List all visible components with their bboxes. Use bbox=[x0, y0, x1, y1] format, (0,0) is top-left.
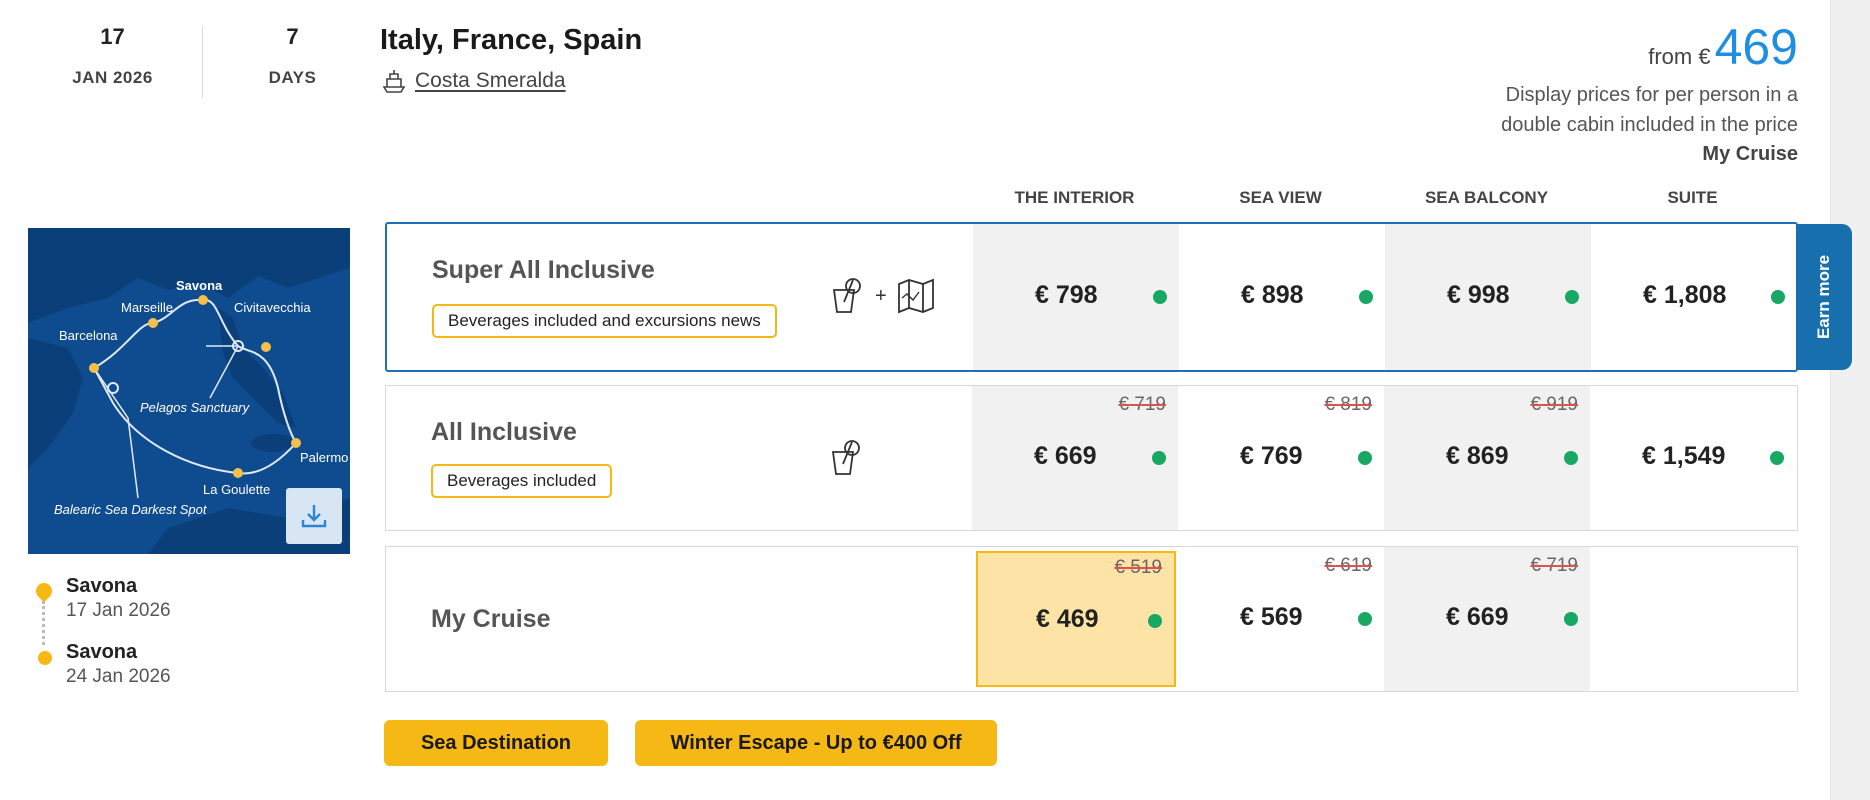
price-amount: € 669 bbox=[1446, 603, 1509, 631]
badge-winter-escape: Winter Escape - Up to €400 Off bbox=[635, 720, 997, 766]
price-plan: My Cruise bbox=[1702, 143, 1798, 165]
plan-tag: Beverages included and excursions news bbox=[432, 304, 777, 338]
cruise-duration: 7 DAYS bbox=[230, 24, 355, 88]
column-header-suite: SUITE bbox=[1667, 188, 1718, 207]
plan-name: Super All Inclusive bbox=[432, 256, 655, 284]
ship-icon bbox=[382, 70, 406, 93]
map-download-button[interactable] bbox=[286, 488, 342, 544]
price-cell-suite[interactable]: € 1,808 bbox=[1591, 224, 1797, 370]
location-pin-icon bbox=[32, 579, 56, 603]
page-scroll-gutter bbox=[1830, 0, 1870, 800]
price-amount: € 869 bbox=[1446, 442, 1509, 470]
departure-date: 17 JAN 2026 bbox=[50, 24, 175, 88]
itinerary: Savona 17 Jan 2026 Savona 24 Jan 2026 bbox=[32, 575, 171, 707]
price-cell-interior[interactable]: € 719 € 669 bbox=[972, 386, 1178, 530]
column-header-sea-view: SEA VIEW bbox=[1239, 188, 1322, 207]
plan-name: My Cruise bbox=[431, 605, 551, 633]
availability-dot bbox=[1359, 290, 1373, 304]
column-header-sea-balcony: SEA BALCONY bbox=[1424, 188, 1549, 207]
map-port-label: Barcelona bbox=[59, 328, 118, 343]
plan-name: All Inclusive bbox=[431, 418, 577, 446]
availability-dot bbox=[1152, 451, 1166, 465]
availability-dot bbox=[1358, 451, 1372, 465]
price-cell-sea-view[interactable]: € 619 € 569 bbox=[1178, 547, 1384, 691]
excursion-map-icon bbox=[897, 278, 934, 314]
departure-month-year: JAN 2026 bbox=[72, 68, 153, 87]
departure-day: 17 bbox=[100, 24, 125, 49]
availability-dot bbox=[1771, 290, 1785, 304]
divider bbox=[202, 26, 203, 98]
download-icon bbox=[301, 505, 327, 528]
availability-dot bbox=[1564, 612, 1578, 626]
map-poi-label: Pelagos Sanctuary bbox=[140, 400, 251, 415]
map-port-label: Civitavecchia bbox=[234, 300, 311, 315]
price-amount: € 898 bbox=[1241, 281, 1304, 309]
itinerary-port: Savona bbox=[66, 575, 138, 597]
plan-icons: + bbox=[829, 276, 935, 316]
itinerary-stop-start: Savona 17 Jan 2026 bbox=[32, 575, 171, 641]
map-port-label: Marseille bbox=[121, 300, 173, 315]
route-map[interactable]: Savona Marseille Civitavecchia Barcelona… bbox=[28, 228, 350, 554]
price-cell-sea-view[interactable]: € 819 € 769 bbox=[1178, 386, 1384, 530]
original-price: € 919 bbox=[1530, 394, 1578, 415]
price-summary: from € 469 Display prices for per person… bbox=[1378, 22, 1798, 168]
duration-label: DAYS bbox=[268, 68, 317, 87]
earn-more-label: Earn more bbox=[1814, 254, 1833, 340]
plan-row-super-all-inclusive[interactable]: Super All Inclusive Beverages included a… bbox=[385, 222, 1798, 372]
price-cell-interior[interactable]: € 798 bbox=[973, 224, 1179, 370]
ship-name[interactable]: Costa Smeralda bbox=[415, 69, 566, 93]
price-from-label: from € bbox=[1648, 44, 1711, 69]
price-cell-sea-balcony[interactable]: € 719 € 669 bbox=[1384, 547, 1590, 691]
original-price: € 619 bbox=[1324, 555, 1372, 576]
price-amount: € 1,549 bbox=[1642, 442, 1726, 470]
plan-row-my-cruise[interactable]: My Cruise € 519 € 469 € 619 € 569 € 719 … bbox=[385, 546, 1798, 692]
itinerary-stop-end: Savona 24 Jan 2026 bbox=[32, 641, 171, 707]
earn-more-tab[interactable]: Earn more bbox=[1796, 224, 1852, 370]
price-amount: € 798 bbox=[1035, 281, 1098, 309]
price-cell-interior-selected[interactable]: € 519 € 469 bbox=[976, 551, 1176, 687]
availability-dot bbox=[1148, 614, 1162, 628]
price-from-amount: 469 bbox=[1714, 19, 1798, 75]
price-cell-sea-balcony[interactable]: € 998 bbox=[1385, 224, 1591, 370]
price-amount: € 569 bbox=[1240, 603, 1303, 631]
price-amount: € 469 bbox=[1036, 605, 1099, 633]
availability-dot bbox=[1358, 612, 1372, 626]
price-amount: € 1,808 bbox=[1643, 281, 1727, 309]
price-amount: € 769 bbox=[1240, 442, 1303, 470]
plan-icons bbox=[828, 438, 864, 478]
ship-link[interactable]: Costa Smeralda bbox=[381, 68, 566, 94]
map-poi-label: Balearic Sea Darkest Spot bbox=[54, 502, 208, 517]
price-amount: € 998 bbox=[1447, 281, 1510, 309]
plan-tag: Beverages included bbox=[431, 464, 613, 498]
original-price: € 719 bbox=[1118, 394, 1166, 415]
map-port-label: Palermo bbox=[300, 450, 348, 465]
duration-value: 7 bbox=[286, 24, 299, 49]
itinerary-date: 24 Jan 2026 bbox=[66, 666, 171, 687]
original-price: € 819 bbox=[1324, 394, 1372, 415]
price-amount: € 669 bbox=[1034, 442, 1097, 470]
itinerary-port: Savona bbox=[66, 641, 138, 663]
price-cell-suite[interactable]: € 1,549 bbox=[1590, 386, 1796, 530]
itinerary-date: 17 Jan 2026 bbox=[66, 600, 171, 621]
location-dot-icon bbox=[38, 651, 52, 665]
cruise-title: Italy, France, Spain bbox=[380, 24, 643, 56]
price-cell-sea-view[interactable]: € 898 bbox=[1179, 224, 1385, 370]
plus-sign: + bbox=[875, 284, 887, 307]
original-price: € 719 bbox=[1530, 555, 1578, 576]
map-port-label: La Goulette bbox=[203, 482, 270, 497]
availability-dot bbox=[1770, 451, 1784, 465]
map-port-label: Savona bbox=[176, 278, 223, 293]
drinks-icon bbox=[832, 278, 861, 313]
availability-dot bbox=[1565, 290, 1579, 304]
badge-sea-destination: Sea Destination bbox=[384, 720, 608, 766]
price-cell-sea-balcony[interactable]: € 919 € 869 bbox=[1384, 386, 1590, 530]
original-price: € 519 bbox=[1114, 557, 1162, 578]
availability-dot bbox=[1564, 451, 1578, 465]
price-note-line-1: Display prices for per person in a bbox=[1505, 84, 1798, 106]
price-note-line-2: double cabin included in the price bbox=[1501, 114, 1798, 136]
drinks-icon bbox=[831, 440, 860, 475]
plan-row-all-inclusive[interactable]: All Inclusive Beverages included € 719 €… bbox=[385, 385, 1798, 531]
column-header-interior: THE INTERIOR bbox=[1014, 188, 1135, 207]
availability-dot bbox=[1153, 290, 1167, 304]
